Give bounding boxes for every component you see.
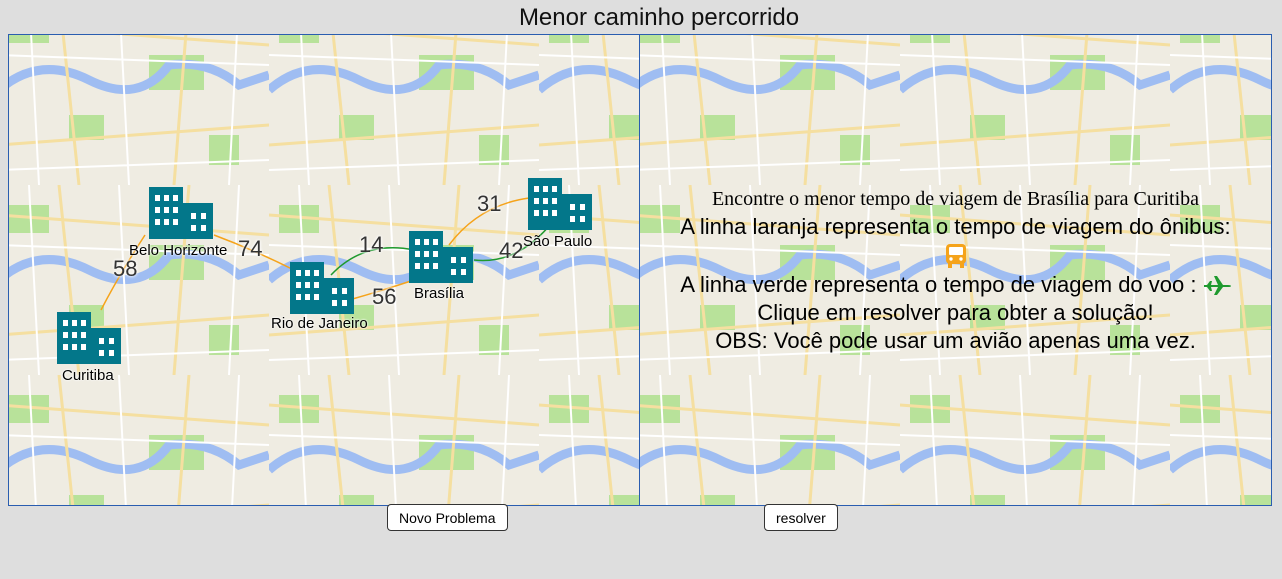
new-problem-button[interactable]: Novo Problema [387,504,508,531]
click-instruction: Clique em resolver para obter a solução! [757,300,1154,325]
city-icon-rio-de-janeiro[interactable] [290,262,354,314]
city-label-rio-de-janeiro: Rio de Janeiro [271,315,368,332]
city-icon-sao-paulo[interactable] [528,178,592,230]
city-label-belo-horizonte: Belo Horizonte [129,242,228,259]
city-label-curitiba: Curitiba [62,367,114,384]
edge-weight-curitiba-bh: 58 [113,256,138,281]
city-label-brasilia: Brasília [414,285,465,302]
graph-panel: Belo Horizonte Rio de Janeiro Brasília S… [8,34,640,506]
edge-weight-brasilia-sp-bus: 31 [477,191,502,216]
flight-legend-text: A linha verde representa o tempo de viag… [680,272,1197,297]
bus-legend-text: A linha laranja representa o tempo de vi… [680,214,1231,239]
instructions-heading: Encontre o menor tempo de viagem de Bras… [711,188,1200,210]
city-icon-brasilia[interactable] [409,231,473,283]
edge-weight-rio-brasilia-flight: 14 [359,232,384,257]
edge-weight-brasilia-sp-flight: 42 [499,238,524,263]
edge-weight-bh-rio: 74 [238,236,263,261]
bus-icon [945,244,966,268]
airplane-icon [1203,276,1231,295]
page-title: Menor caminho percorrido [518,4,800,31]
obs-note: OBS: Você pode usar um avião apenas uma … [715,328,1196,353]
city-label-sao-paulo: São Paulo [523,233,593,250]
city-icon-belo-horizonte[interactable] [149,187,213,239]
city-icon-curitiba[interactable] [57,312,121,364]
instructions: Encontre o menor tempo de viagem de Bras… [640,185,1271,355]
bus-legend [640,241,1271,271]
resolve-button[interactable]: resolver [764,504,838,531]
info-panel: Encontre o menor tempo de viagem de Bras… [639,34,1272,506]
flight-legend: A linha verde representa o tempo de viag… [640,271,1271,299]
edge-weight-rio-brasilia-bus: 56 [372,284,397,309]
